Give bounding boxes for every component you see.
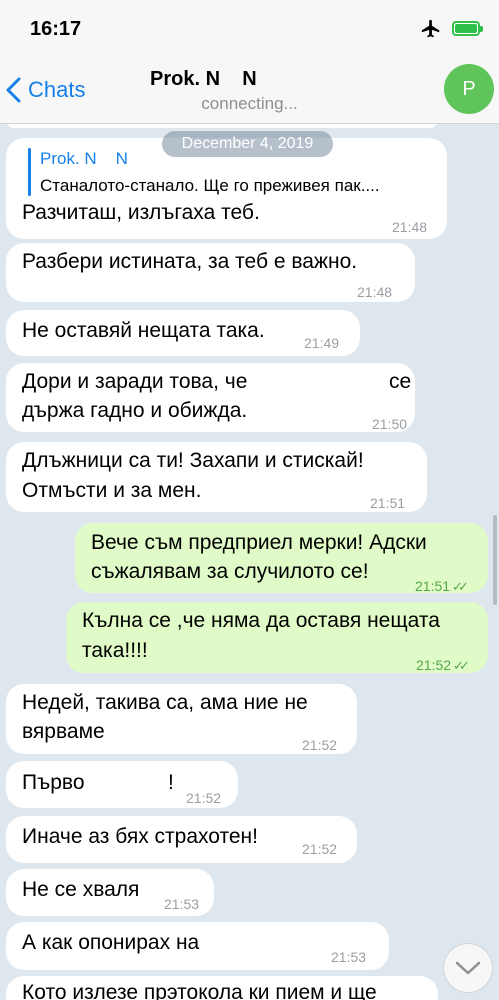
message-text: Отмъсти и за мен.	[22, 479, 202, 502]
chevron-down-icon	[455, 961, 481, 975]
message-text: А как опонирах на	[22, 931, 200, 954]
redacted-text	[224, 934, 324, 958]
message-text: Не се хваля	[22, 878, 140, 901]
message-bubble[interactable]: Не оставяй нещата така. 21:49	[6, 310, 360, 356]
reply-author: Prok. N N	[40, 149, 128, 168]
status-time: 16:17	[30, 18, 82, 40]
message-bubble-outgoing[interactable]: Кълна се ,че няма да оставя нещата така!…	[66, 602, 488, 673]
message-time: 21:49	[304, 335, 340, 351]
message-bubble[interactable]: Длъжници са ти! Захапи и стискай! Отмъст…	[6, 442, 427, 512]
message-time: 21:52	[302, 737, 338, 753]
chat-title[interactable]: Prok. N N	[150, 68, 257, 91]
message-bubble[interactable]: Недей, такива са, ама ние не вярваме 21:…	[6, 684, 357, 754]
message-text: Дори и заради това, че	[22, 370, 248, 393]
message-text: вярваме	[22, 720, 105, 743]
message-time: 21:53	[164, 896, 200, 912]
message-bubble[interactable]	[6, 124, 438, 128]
message-text: Недей, такива са, ама ние не	[22, 691, 308, 714]
message-bubble[interactable]: Първо ! 21:52	[6, 761, 238, 808]
airplane-icon	[421, 19, 440, 38]
message-text: така!!!!	[82, 639, 148, 662]
message-bubble[interactable]: Кото излезе прэтокола ки пием и ще	[6, 976, 438, 1000]
message-time: 21:48	[392, 219, 428, 235]
scrollbar[interactable]	[493, 515, 497, 605]
battery-icon	[452, 21, 483, 36]
message-text: държа гадно и обижда.	[22, 399, 248, 422]
message-bubble[interactable]: Не се хваля 21:53	[6, 869, 214, 916]
status-bar: 16:17	[0, 0, 499, 58]
message-time: 21:48	[357, 284, 393, 300]
message-bubble[interactable]: Разбери истината, за теб е важно. 21:48	[6, 243, 415, 302]
connection-status: connecting...	[201, 94, 298, 113]
message-bubble-outgoing[interactable]: Вече съм предприел мерки! Адски съжалява…	[75, 523, 488, 594]
nav-bar: Chats Prok. N N connecting... P	[0, 58, 499, 124]
message-text: се	[389, 370, 412, 393]
message-time: 21:50	[372, 416, 408, 432]
message-text: !	[168, 771, 174, 794]
double-check-icon: ✓✓	[452, 579, 469, 594]
double-check-icon: ✓✓	[453, 658, 470, 673]
message-text: Кълна се ,че няма да оставя нещата	[82, 609, 440, 632]
message-text: Кото излезе прэтокола ки пием и ще	[22, 981, 377, 1000]
message-bubble[interactable]: Иначе аз бях страхотен! 21:52	[6, 816, 357, 863]
message-time: 21:51 ✓✓	[415, 578, 469, 594]
message-time: 21:52	[302, 841, 338, 857]
message-text: Иначе аз бях страхотен!	[22, 825, 258, 848]
reply-text: Станалото-станало. Ще го преживея пак...…	[40, 176, 380, 195]
redacted-text	[94, 775, 166, 797]
message-bubble[interactable]: А как опонирах на 21:53	[6, 922, 389, 970]
message-text: Разбери истината, за теб е важно.	[22, 250, 358, 273]
avatar[interactable]: P	[444, 64, 494, 114]
message-time: 21:52 ✓✓	[416, 657, 470, 673]
scroll-down-button[interactable]	[443, 943, 493, 993]
message-text: Вече съм предприел мерки! Адски	[91, 531, 427, 554]
message-list[interactable]: Prok. N N Станалото-станало. Ще го прежи…	[0, 124, 499, 1000]
message-text: Разчиташ, излъгаха теб.	[22, 201, 260, 224]
message-text: съжалявам за случилото се!	[91, 560, 369, 583]
message-text: Първо	[22, 771, 85, 794]
reply-bar	[28, 148, 31, 196]
message-time: 21:52	[186, 790, 222, 806]
message-bubble[interactable]: Дори и заради това, че се държа гадно и …	[6, 363, 415, 432]
message-text: Длъжници са ти! Захапи и стискай!	[22, 449, 364, 472]
date-pill: December 4, 2019	[162, 131, 333, 157]
redacted-text	[296, 373, 386, 395]
message-time: 21:53	[331, 949, 367, 965]
message-time: 21:51	[370, 495, 406, 511]
message-text: Не оставяй нещата така.	[22, 319, 265, 342]
